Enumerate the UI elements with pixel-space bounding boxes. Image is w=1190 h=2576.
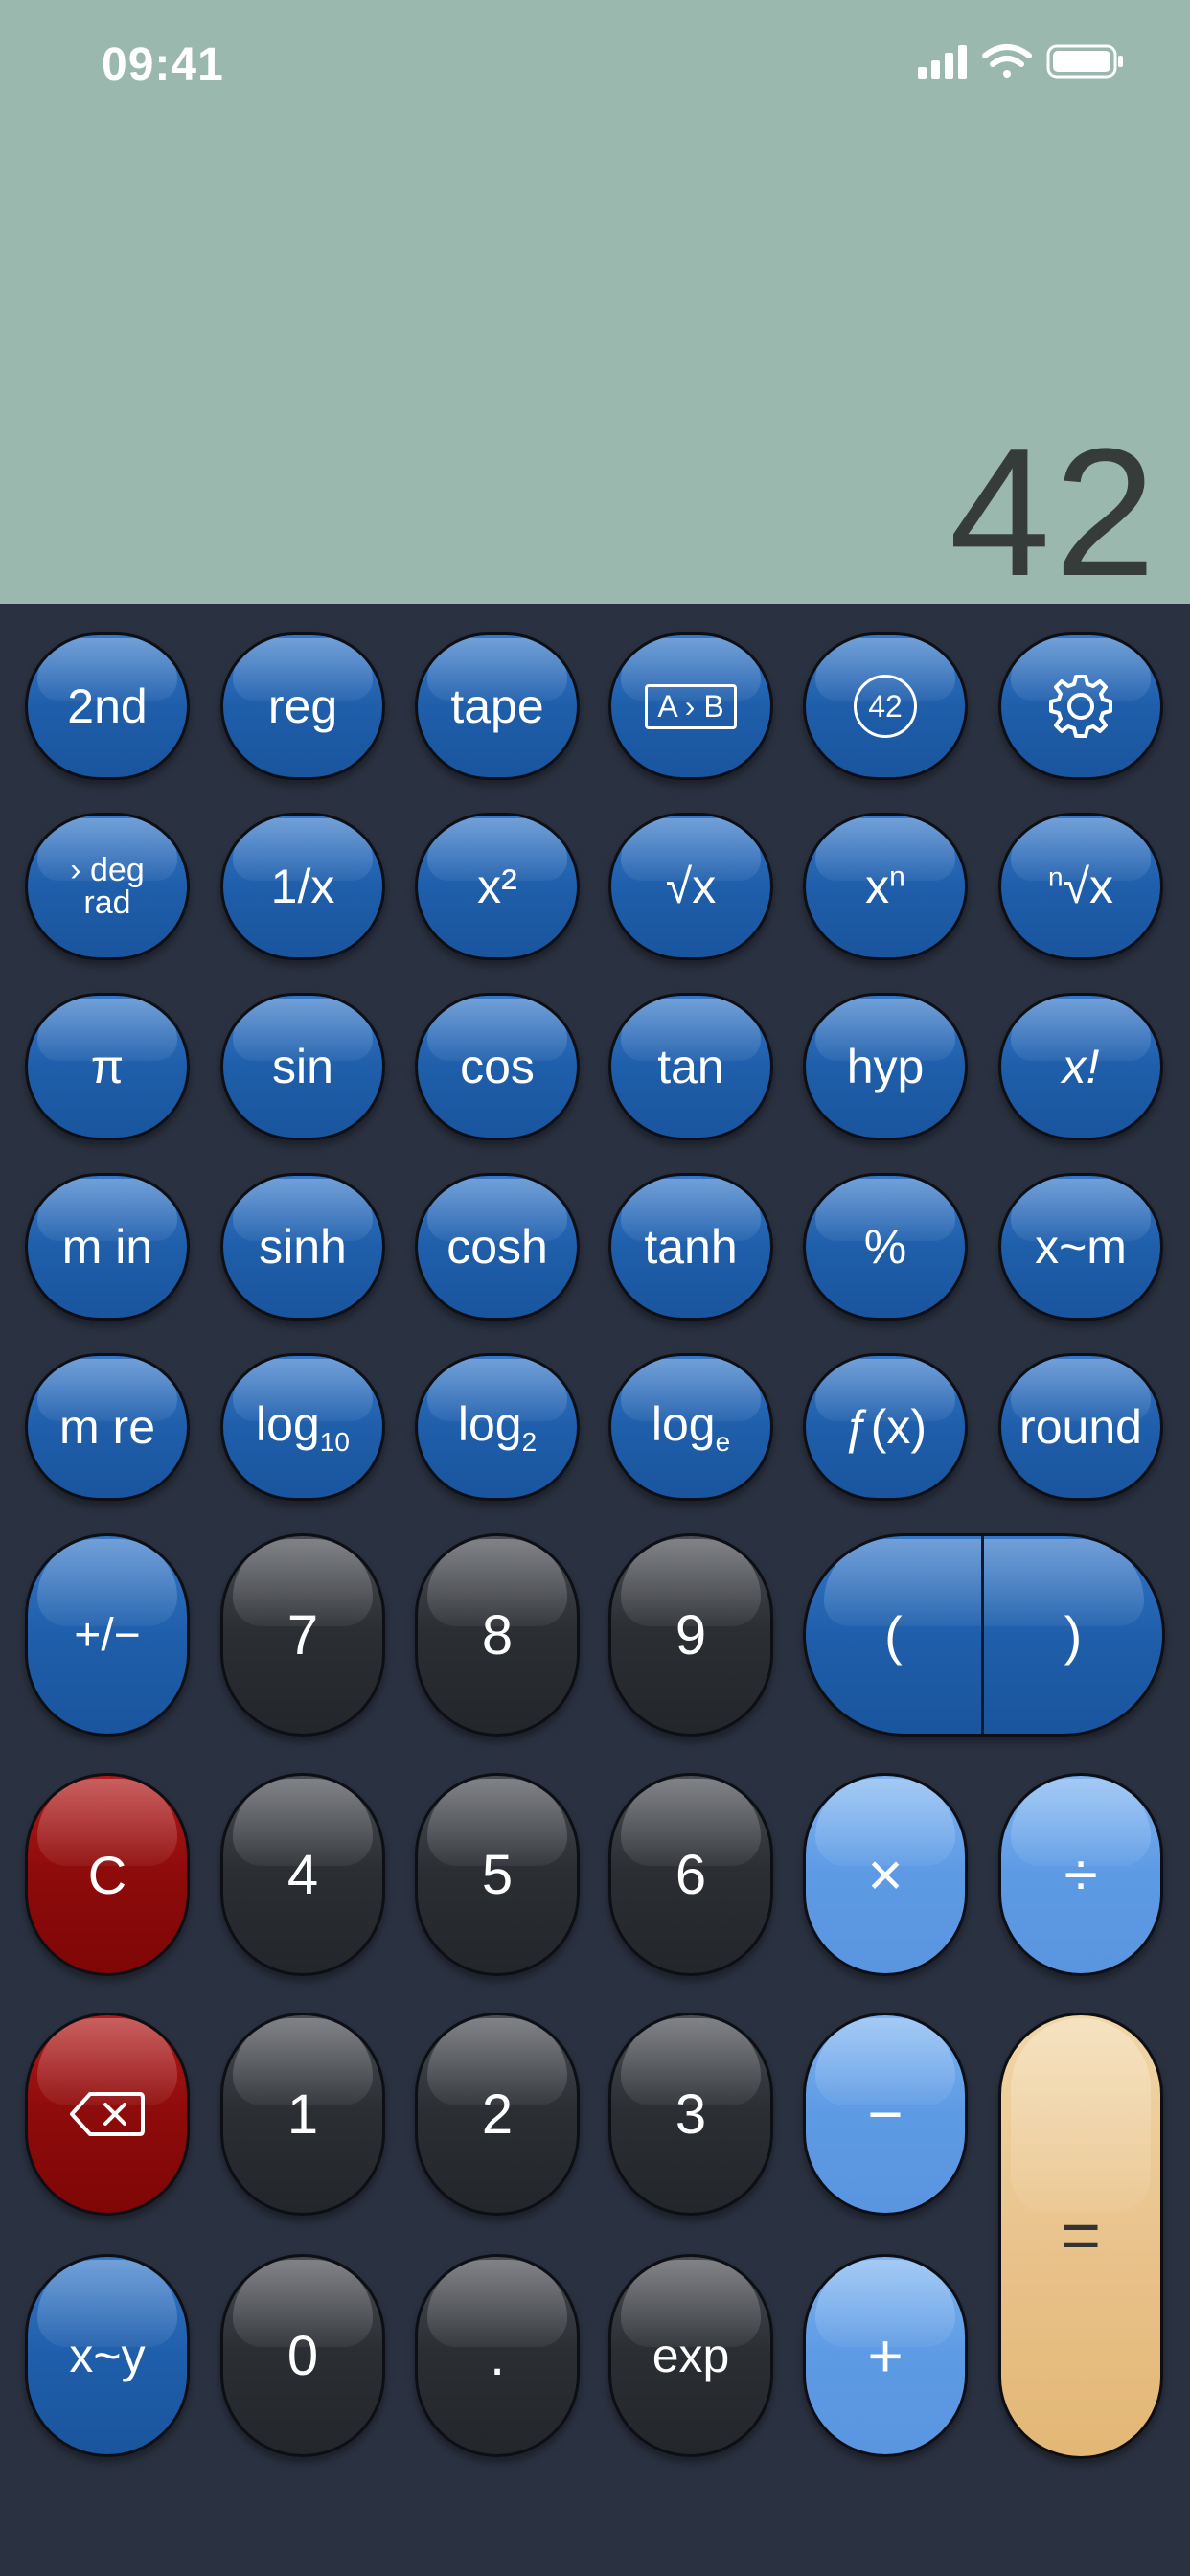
tape-button[interactable]: tape (415, 632, 580, 780)
memory-in-button[interactable]: m in (25, 1173, 190, 1321)
backspace-icon (70, 2092, 145, 2136)
equals-button[interactable]: = (998, 2012, 1163, 2459)
reciprocal-button[interactable]: 1/x (220, 813, 385, 960)
digit-7-button[interactable]: 7 (220, 1533, 385, 1736)
left-paren-button[interactable]: ( (806, 1536, 984, 1734)
digit-0-button[interactable]: 0 (220, 2254, 385, 2457)
memory-recall-button[interactable]: m re (25, 1353, 190, 1501)
a-to-b-button[interactable]: A › B (608, 632, 773, 780)
settings-button[interactable] (998, 632, 1163, 780)
decimal-point-button[interactable]: . (415, 2254, 580, 2457)
display-value: 42 (949, 411, 1159, 614)
subtract-button[interactable]: − (803, 2012, 968, 2216)
status-time: 09:41 (102, 39, 224, 90)
multiply-button[interactable]: × (803, 1773, 968, 1976)
log10-button[interactable]: log10 (220, 1353, 385, 1501)
status-icons (918, 42, 1129, 80)
pi-button[interactable]: π (25, 993, 190, 1140)
clear-button[interactable]: C (25, 1773, 190, 1976)
answer-42-button[interactable]: 42 (803, 632, 968, 780)
digit-4-button[interactable]: 4 (220, 1773, 385, 1976)
tanh-button[interactable]: tanh (608, 1173, 773, 1321)
add-button[interactable]: + (803, 2254, 968, 2457)
deg-rad-toggle[interactable]: › deg rad (25, 813, 190, 960)
power-button[interactable]: xn (803, 813, 968, 960)
cosh-button[interactable]: cosh (415, 1173, 580, 1321)
digit-1-button[interactable]: 1 (220, 2012, 385, 2216)
wifi-icon (982, 44, 1032, 78)
divide-button[interactable]: ÷ (998, 1773, 1163, 1976)
factorial-button[interactable]: x! (998, 993, 1163, 1140)
percent-button[interactable]: % (803, 1173, 968, 1321)
function-button[interactable]: ƒ(x) (803, 1353, 968, 1501)
backspace-button[interactable] (25, 2012, 190, 2216)
square-button[interactable]: x² (415, 813, 580, 960)
digit-3-button[interactable]: 3 (608, 2012, 773, 2216)
square-root-button[interactable]: √x (608, 813, 773, 960)
swap-x-y-button[interactable]: x~y (25, 2254, 190, 2457)
second-function-button[interactable]: 2nd (25, 632, 190, 780)
tan-button[interactable]: tan (608, 993, 773, 1140)
display-panel: 09:41 42 (0, 0, 1190, 604)
hyp-button[interactable]: hyp (803, 993, 968, 1140)
parentheses-key: ( ) (803, 1533, 1165, 1736)
sign-toggle-button[interactable]: +/− (25, 1533, 190, 1736)
cellular-signal-icon (918, 45, 967, 79)
digit-2-button[interactable]: 2 (415, 2012, 580, 2216)
sinh-button[interactable]: sinh (220, 1173, 385, 1321)
digit-5-button[interactable]: 5 (415, 1773, 580, 1976)
battery-icon (1046, 44, 1123, 79)
right-paren-button[interactable]: ) (984, 1536, 1162, 1734)
digit-6-button[interactable]: 6 (608, 1773, 773, 1976)
exponent-button[interactable]: exp (608, 2254, 773, 2457)
swap-x-memory-button[interactable]: x~m (998, 1173, 1163, 1321)
log2-button[interactable]: log2 (415, 1353, 580, 1501)
keypad: 2nd reg tape A › B 42 › deg rad 1/x x² √x… (0, 604, 1190, 2576)
gear-icon (1049, 675, 1112, 738)
round-button[interactable]: round (998, 1353, 1163, 1501)
cos-button[interactable]: cos (415, 993, 580, 1140)
sin-button[interactable]: sin (220, 993, 385, 1140)
nth-root-button[interactable]: n√x (998, 813, 1163, 960)
natural-log-button[interactable]: loge (608, 1353, 773, 1501)
digit-8-button[interactable]: 8 (415, 1533, 580, 1736)
reg-button[interactable]: reg (220, 632, 385, 780)
digit-9-button[interactable]: 9 (608, 1533, 773, 1736)
